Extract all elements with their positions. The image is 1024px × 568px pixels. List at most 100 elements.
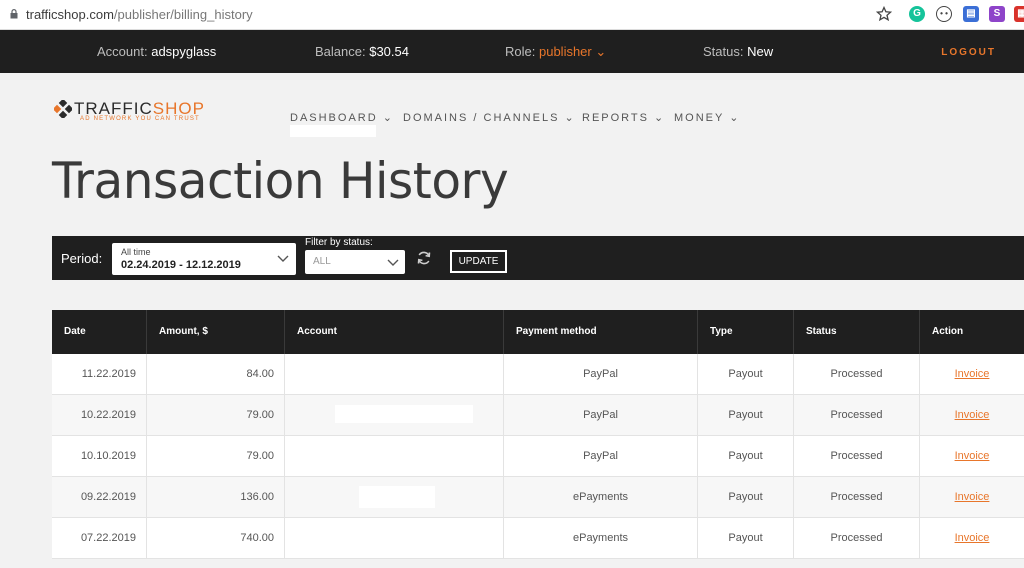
cell-date: 10.10.2019	[52, 436, 147, 477]
url-host: trafficshop.com	[26, 7, 114, 22]
balance-label: Balance:	[315, 44, 366, 59]
role-value: publisher	[538, 44, 592, 59]
nav-label: REPORTS	[582, 112, 649, 124]
cell-type: Payout	[698, 354, 794, 395]
cell-type: Payout	[698, 477, 794, 518]
invoice-link[interactable]: Invoice	[955, 491, 990, 503]
cell-payment-method: PayPal	[504, 395, 698, 436]
redacted-account	[335, 405, 473, 423]
card-icon[interactable]: ▤	[963, 6, 979, 22]
cell-account	[285, 477, 504, 518]
cell-date: 10.22.2019	[52, 395, 147, 436]
table-header: Date Amount, $ Account Payment method Ty…	[52, 310, 1024, 354]
table-row: 09.22.2019 136.00 ePayments Payout Proce…	[52, 477, 1024, 518]
invoice-link[interactable]: Invoice	[955, 532, 990, 544]
table-row: 10.10.2019 79.00 PayPal Payout Processed…	[52, 436, 1024, 477]
column-header-amount[interactable]: Amount, $	[147, 310, 285, 354]
column-header-account[interactable]: Account	[285, 310, 504, 354]
cell-amount: 79.00	[147, 395, 285, 436]
logout-link[interactable]: LOGOUT	[941, 47, 996, 58]
invoice-link[interactable]: Invoice	[955, 368, 990, 380]
column-header-date[interactable]: Date	[52, 310, 147, 354]
status-filter-label: Filter by status:	[305, 237, 373, 248]
cell-amount: 136.00	[147, 477, 285, 518]
cell-payment-method: PayPal	[504, 436, 698, 477]
update-button[interactable]: UPDATE	[450, 250, 507, 273]
filter-bar: Period: All time 02.24.2019 - 12.12.2019…	[52, 236, 1024, 280]
cell-action: Invoice	[920, 354, 1024, 395]
cell-action: Invoice	[920, 436, 1024, 477]
nav-active-underline	[290, 125, 376, 137]
chevron-down-icon	[387, 259, 399, 266]
logo-tagline: AD NETWORK YOU CAN TRUST	[80, 116, 200, 122]
column-header-action: Action	[932, 326, 964, 337]
cell-type: Payout	[698, 518, 794, 559]
period-select[interactable]: All time 02.24.2019 - 12.12.2019	[112, 243, 296, 275]
period-range: 02.24.2019 - 12.12.2019	[121, 259, 241, 271]
nav-item-reports[interactable]: REPORTS ⌄	[582, 111, 665, 124]
balance-value: $30.54	[369, 44, 409, 59]
nav-item-dashboard[interactable]: DASHBOARD ⌄	[290, 111, 394, 124]
chevron-down-icon	[277, 255, 289, 262]
status-label: Status:	[703, 44, 744, 59]
page-title: Transaction History	[52, 152, 509, 210]
cell-amount: 84.00	[147, 354, 285, 395]
cell-account	[285, 354, 504, 395]
cell-action: Invoice	[920, 477, 1024, 518]
column-header-payment-method[interactable]: Payment method	[504, 310, 698, 354]
cell-amount: 79.00	[147, 436, 285, 477]
browser-address-bar[interactable]: trafficshop.com/publisher/billing_histor…	[0, 0, 1024, 30]
transactions-table: Date Amount, $ Account Payment method Ty…	[52, 310, 1024, 559]
url-path: /publisher/billing_history	[113, 7, 253, 22]
face-icon[interactable]: • •	[936, 6, 952, 22]
cell-type: Payout	[698, 436, 794, 477]
redacted-account	[359, 486, 435, 508]
cell-payment-method: ePayments	[504, 518, 698, 559]
period-label: Period:	[61, 251, 103, 266]
table-row: 10.22.2019 79.00 PayPal Payout Processed…	[52, 395, 1024, 436]
cell-date: 07.22.2019	[52, 518, 147, 559]
invoice-link[interactable]: Invoice	[955, 450, 990, 462]
logo-mark-icon	[54, 100, 72, 118]
balance-info: Balance: $30.54	[315, 44, 409, 59]
cell-payment-method: ePayments	[504, 477, 698, 518]
account-label: Account:	[97, 44, 148, 59]
nav-item-money[interactable]: MONEY ⌄	[674, 111, 740, 124]
chevron-down-icon: ⌄	[595, 44, 607, 59]
cell-account	[285, 395, 504, 436]
account-value: adspyglass	[151, 44, 217, 59]
period-preset: All time	[121, 247, 151, 257]
invoice-link[interactable]: Invoice	[955, 409, 990, 421]
calendar-icon[interactable]: ▦	[1014, 6, 1024, 22]
table-row: 11.22.2019 84.00 PayPal Payout Processed…	[52, 354, 1024, 395]
status-filter-value: ALL	[313, 256, 331, 267]
account-info: Account: adspyglass	[97, 44, 216, 59]
cell-action: Invoice	[920, 518, 1024, 559]
column-header-status[interactable]: Status	[794, 310, 920, 354]
chevron-down-icon: ⌄	[654, 112, 666, 124]
lock-icon	[10, 9, 18, 19]
table-row: 07.22.2019 740.00 ePayments Payout Proce…	[52, 518, 1024, 559]
status-filter-select[interactable]: ALL	[305, 250, 405, 274]
status-info: Status: New	[703, 44, 773, 59]
cell-status: Processed	[794, 395, 920, 436]
cell-date: 09.22.2019	[52, 477, 147, 518]
cell-amount: 740.00	[147, 518, 285, 559]
cell-type: Payout	[698, 395, 794, 436]
refresh-icon[interactable]	[416, 250, 432, 266]
cell-status: Processed	[794, 477, 920, 518]
column-header-type[interactable]: Type	[698, 310, 794, 354]
chevron-down-icon: ⌄	[382, 112, 394, 124]
cell-status: Processed	[794, 436, 920, 477]
cell-account	[285, 436, 504, 477]
cell-payment-method: PayPal	[504, 354, 698, 395]
status-value: New	[747, 44, 774, 59]
s-icon[interactable]: S	[989, 6, 1005, 22]
chevron-down-icon: ⌄	[564, 112, 576, 124]
grammarly-icon[interactable]: G	[909, 6, 925, 22]
nav-item-domains-channels[interactable]: DOMAINS / CHANNELS ⌄	[403, 111, 576, 124]
chevron-down-icon: ⌄	[729, 112, 741, 124]
url-text[interactable]: trafficshop.com/publisher/billing_histor…	[26, 7, 253, 22]
role-dropdown[interactable]: Role: publisher ⌄	[505, 44, 606, 60]
star-icon[interactable]	[876, 6, 892, 22]
